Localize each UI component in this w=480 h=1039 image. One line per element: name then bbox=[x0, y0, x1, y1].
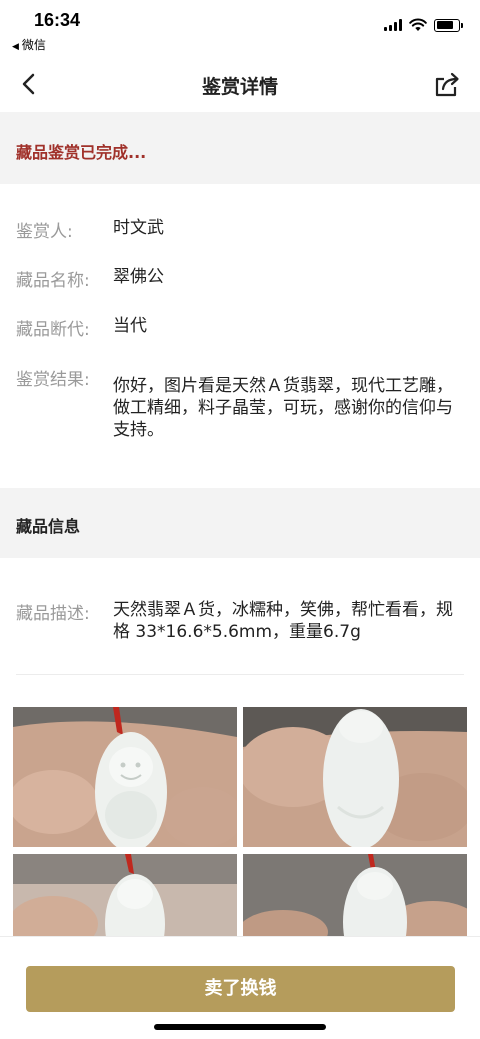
appraiser-value: 时文武 bbox=[113, 218, 164, 238]
cellular-signal-icon bbox=[384, 19, 402, 31]
jade-buddha-front-photo[interactable] bbox=[13, 707, 237, 847]
status-icons bbox=[384, 18, 463, 32]
appraiser-row: 鉴赏人: 时文武 bbox=[16, 217, 464, 242]
back-app-label: 微信 bbox=[21, 38, 46, 52]
jade-buddha-front-photo-2[interactable] bbox=[13, 854, 237, 936]
status-bar: 16:34 ◀ 微信 bbox=[0, 0, 480, 56]
item-name-label: 藏品名称: bbox=[16, 271, 90, 291]
item-period-label: 藏品断代: bbox=[16, 320, 90, 340]
item-name-value: 翠佛公 bbox=[113, 267, 164, 287]
divider bbox=[16, 674, 464, 675]
bottom-action-bar: 卖了换钱 bbox=[0, 936, 480, 1039]
item-description-value: 天然翡翠Ａ货，冰糯种，笑佛，帮忙看看，规格 33*16.6*5.6mm，重量6.… bbox=[113, 600, 453, 642]
appraisal-result-value: 你好，图片看是天然Ａ货翡翠，现代工艺雕，做工精细，料子晶莹，可玩，感谢你的信仰与… bbox=[113, 376, 453, 440]
home-indicator[interactable] bbox=[154, 1024, 326, 1030]
wifi-icon bbox=[409, 18, 427, 31]
jade-buddha-back-photo-2[interactable] bbox=[243, 854, 467, 936]
appraisal-status-text: 藏品鉴赏已完成... bbox=[16, 143, 147, 162]
item-period-row: 藏品断代: 当代 bbox=[16, 315, 464, 340]
share-icon[interactable] bbox=[432, 70, 462, 100]
item-period-value: 当代 bbox=[113, 316, 147, 336]
item-description-row: 藏品描述: 天然翡翠Ａ货，冰糯种，笑佛，帮忙看看，规格 33*16.6*5.6m… bbox=[16, 599, 464, 649]
item-info-title: 藏品信息 bbox=[16, 517, 81, 536]
battery-icon bbox=[434, 18, 463, 32]
item-description-label: 藏品描述: bbox=[16, 604, 90, 624]
status-time: 16:34 bbox=[34, 10, 81, 30]
jade-buddha-back-photo[interactable] bbox=[243, 707, 467, 847]
appraiser-label: 鉴赏人: bbox=[16, 222, 73, 242]
back-to-app-link[interactable]: ◀ 微信 bbox=[12, 36, 46, 53]
page-title: 鉴赏详情 bbox=[201, 76, 278, 98]
item-name-row: 藏品名称: 翠佛公 bbox=[16, 266, 464, 291]
nav-bar: 鉴赏详情 bbox=[0, 56, 480, 112]
sell-button[interactable]: 卖了换钱 bbox=[26, 966, 455, 1012]
item-info-header: 藏品信息 bbox=[0, 488, 480, 558]
appraisal-status-banner: 藏品鉴赏已完成... bbox=[0, 112, 480, 184]
appraisal-result-row: 鉴赏结果: 你好，图片看是天然Ａ货翡翠，现代工艺雕，做工精细，料子晶莹，可玩，感… bbox=[16, 365, 464, 445]
appraisal-result-label: 鉴赏结果: bbox=[16, 370, 90, 390]
back-triangle-icon: ◀ bbox=[12, 42, 19, 52]
